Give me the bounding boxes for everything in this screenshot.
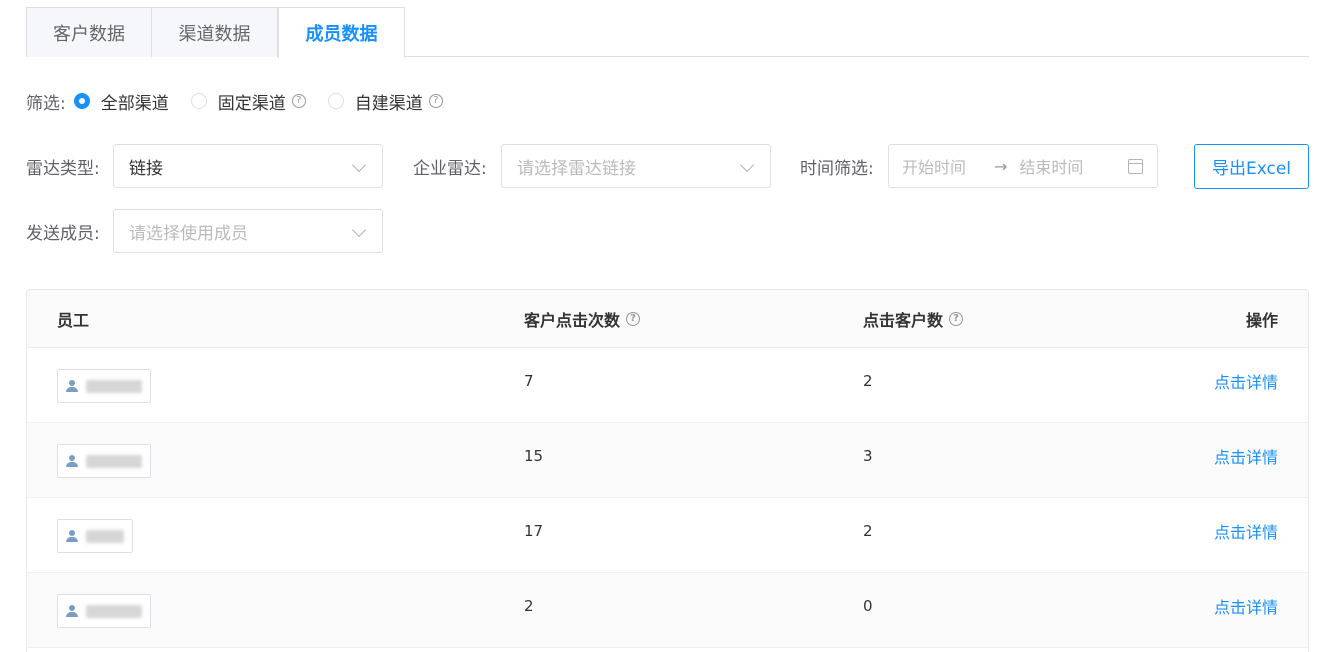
click-customers-cell: 3: [863, 447, 873, 465]
table-row: 2 0 点击详情: [27, 573, 1308, 648]
enterprise-radar-label: 企业雷达:: [413, 158, 487, 179]
help-icon[interactable]: ?: [291, 94, 306, 108]
sender-placeholder: 请选择使用成员: [129, 223, 248, 244]
radio-circle[interactable]: [73, 93, 90, 109]
radio-circle[interactable]: [327, 93, 344, 109]
table-row: 7 2 点击详情: [27, 348, 1308, 423]
radio-all-channels[interactable]: 全部渠道: [73, 89, 169, 114]
radio-circle[interactable]: [190, 93, 207, 109]
detail-link[interactable]: 点击详情: [1214, 423, 1278, 489]
tab-member-data[interactable]: 成员数据: [278, 7, 405, 58]
click-customers-cell: 2: [863, 522, 873, 540]
enterprise-radar-select[interactable]: 请选择雷达链接: [501, 144, 771, 188]
date-range-picker[interactable]: 开始时间 → 结束时间: [888, 144, 1158, 188]
enterprise-radar-placeholder: 请选择雷达链接: [517, 158, 636, 179]
chevron-down-icon: [351, 222, 367, 238]
tab-customer-data[interactable]: 客户数据: [26, 7, 152, 57]
header-client-clicks: 客户点击次数 ?: [524, 290, 641, 348]
table-row: 17 2 点击详情: [27, 498, 1308, 573]
table-row: 15 3 点击详情: [27, 423, 1308, 498]
end-time-input[interactable]: 结束时间: [1019, 154, 1083, 178]
employee-name: [86, 379, 142, 393]
click-customers-cell: 0: [863, 597, 873, 615]
detail-link[interactable]: 点击详情: [1214, 348, 1278, 414]
client-clicks-cell: 17: [524, 522, 544, 540]
header-click-customers-label: 点击客户数: [863, 311, 944, 330]
detail-link[interactable]: 点击详情: [1214, 498, 1278, 564]
employee-tag: [57, 369, 151, 403]
radio-fixed-channels[interactable]: 固定渠道 ?: [190, 89, 306, 114]
header-client-clicks-label: 客户点击次数: [524, 311, 621, 330]
calendar-icon: [1128, 159, 1143, 174]
employee-tag: [57, 594, 151, 628]
sender-label: 发送成员:: [26, 223, 100, 244]
radar-type-select[interactable]: 链接: [113, 144, 383, 188]
user-icon: [66, 530, 78, 542]
radio-label: 全部渠道: [100, 93, 169, 114]
header-click-customers: 点击客户数 ?: [863, 290, 964, 348]
detail-link[interactable]: 点击详情: [1214, 573, 1278, 639]
click-customers-cell: 2: [863, 372, 873, 390]
employee-name: [86, 454, 142, 468]
filter-label: 筛选:: [26, 93, 66, 114]
radio-label: 固定渠道: [217, 93, 286, 114]
channel-filter: 筛选: 全部渠道 固定渠道 ? 自建渠道 ?: [26, 88, 465, 114]
start-time-input[interactable]: 开始时间: [902, 154, 966, 178]
user-icon: [66, 380, 78, 392]
tab-bar: 客户数据 渠道数据 成员数据: [26, 7, 1309, 58]
employee-name: [86, 529, 124, 543]
chevron-down-icon: [351, 157, 367, 173]
client-clicks-cell: 15: [524, 447, 544, 465]
table-header: 员工 客户点击次数 ? 点击客户数 ? 操作: [27, 290, 1308, 348]
help-icon[interactable]: ?: [428, 94, 443, 108]
help-icon[interactable]: ?: [949, 312, 964, 326]
member-data-table: 员工 客户点击次数 ? 点击客户数 ? 操作 7 2 点击详情 15 3 点击详…: [26, 289, 1309, 652]
help-icon[interactable]: ?: [626, 312, 641, 326]
client-clicks-cell: 7: [524, 372, 534, 390]
radar-type-value: 链接: [129, 158, 163, 179]
range-arrow-icon: →: [994, 156, 1008, 176]
chevron-down-icon: [739, 157, 755, 173]
header-operation: 操作: [1245, 311, 1278, 330]
client-clicks-cell: 2: [524, 597, 534, 615]
header-employee: 员工: [57, 311, 90, 330]
user-icon: [66, 455, 78, 467]
sender-select[interactable]: 请选择使用成员: [113, 209, 383, 253]
radio-custom-channels[interactable]: 自建渠道 ?: [327, 89, 443, 114]
employee-name: [86, 604, 142, 618]
radio-label: 自建渠道: [354, 93, 423, 114]
radar-type-label: 雷达类型:: [26, 158, 100, 179]
employee-tag: [57, 519, 133, 553]
export-excel-button[interactable]: 导出Excel: [1194, 144, 1309, 189]
time-filter-label: 时间筛选:: [800, 158, 874, 179]
tab-channel-data[interactable]: 渠道数据: [152, 7, 278, 57]
user-icon: [66, 605, 78, 617]
employee-tag: [57, 444, 151, 478]
